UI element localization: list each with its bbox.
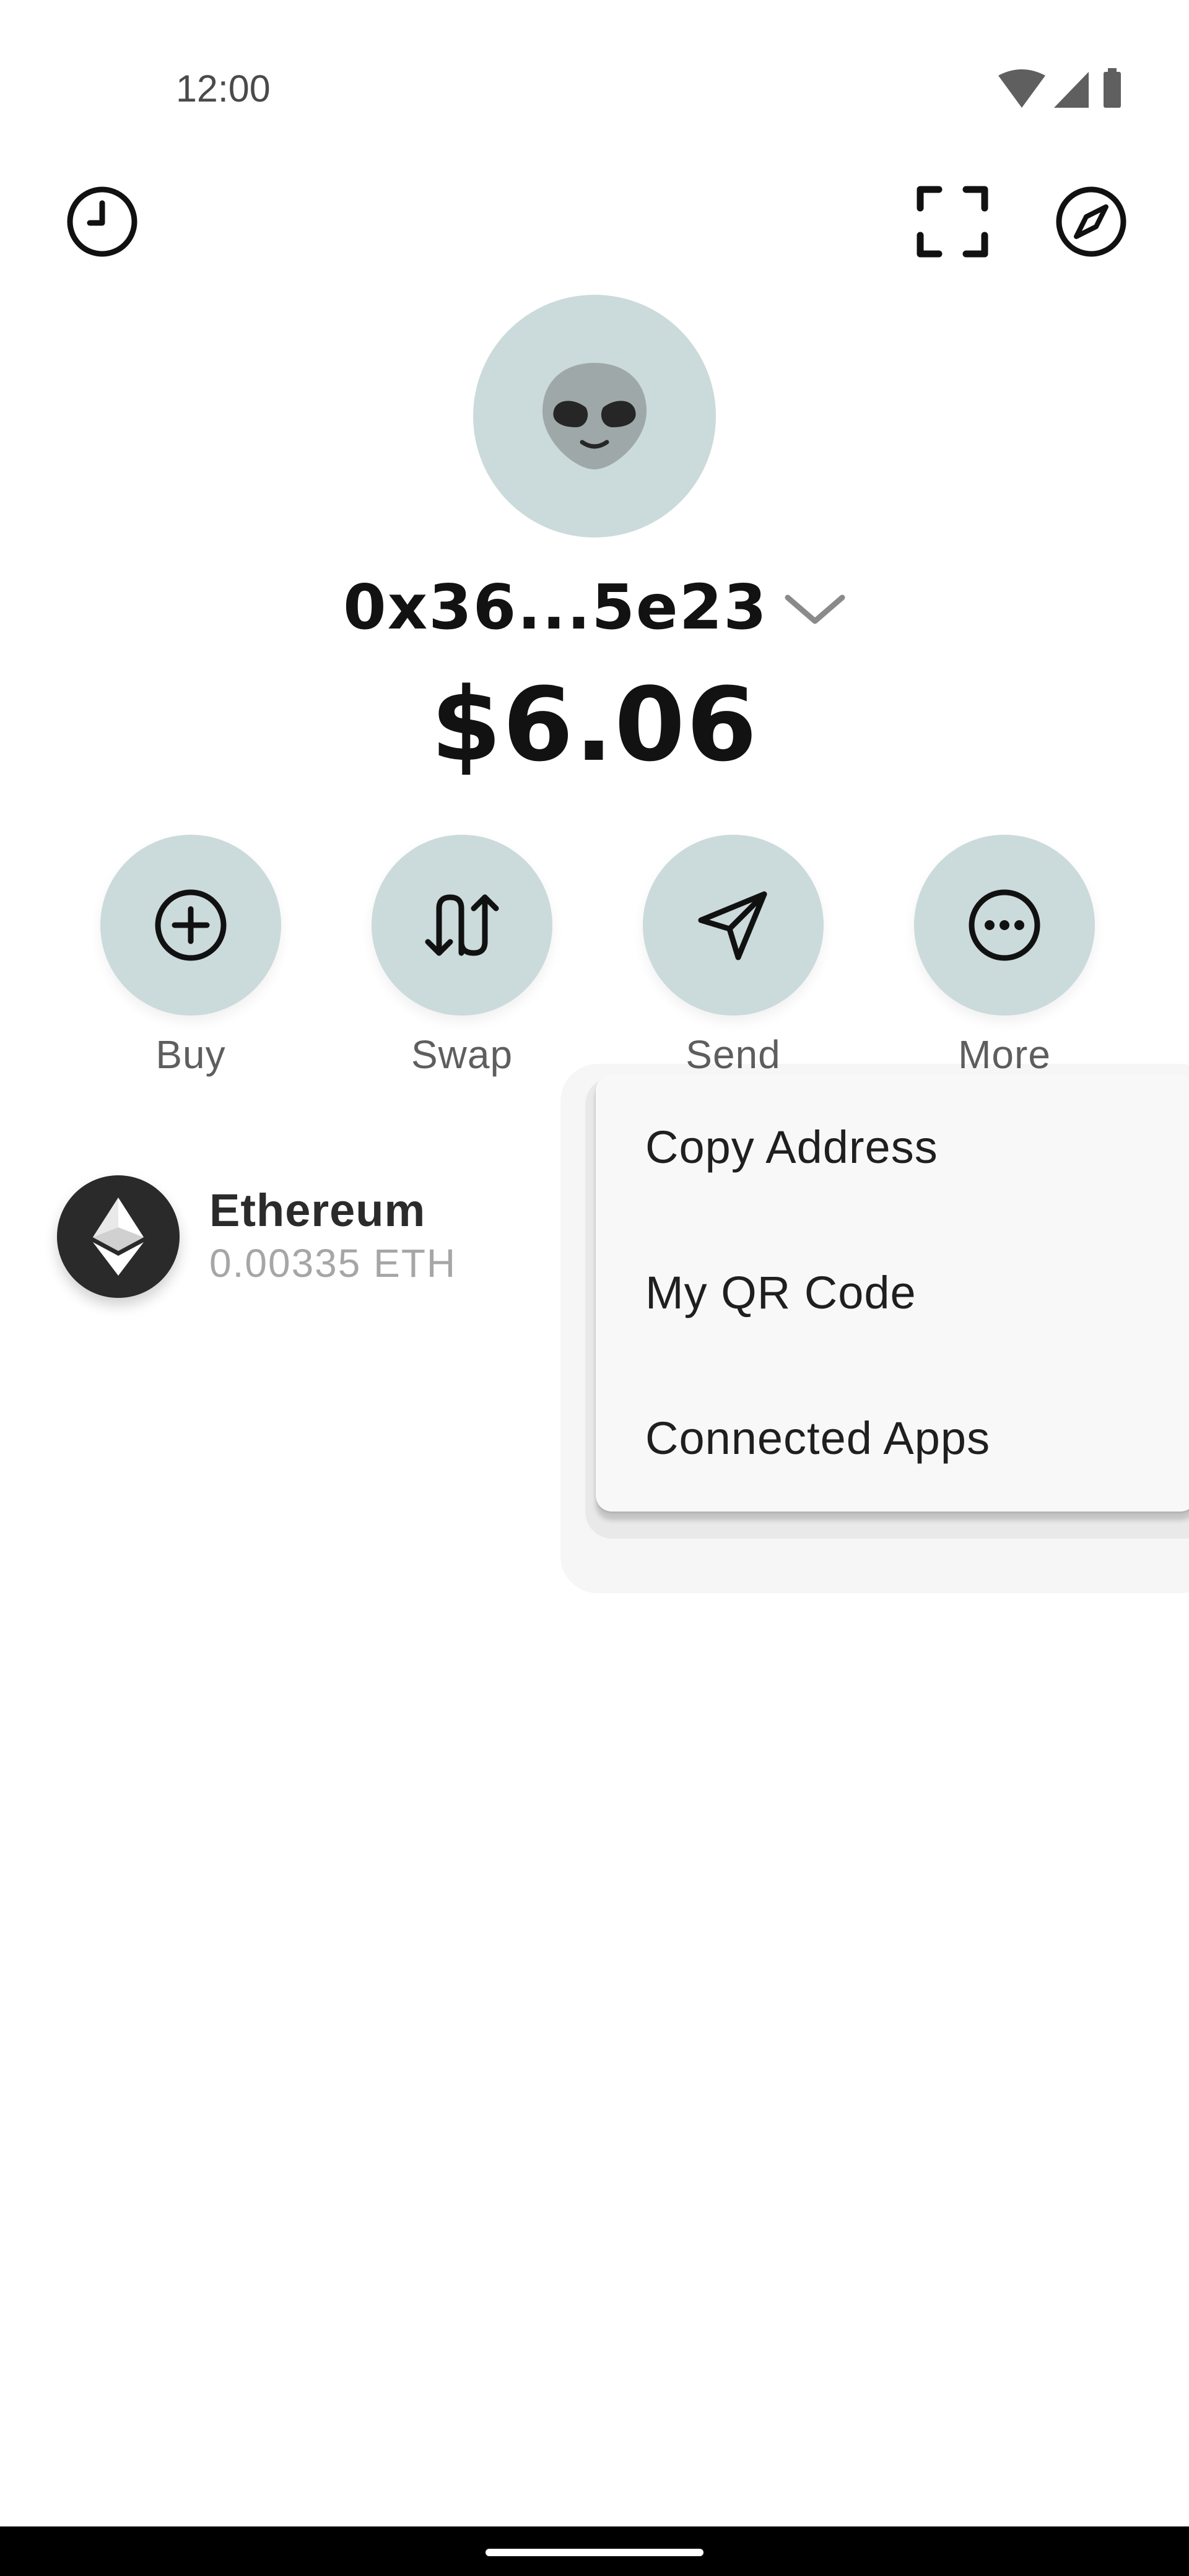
status-bar-time: 12:00 [176, 67, 271, 110]
swap-label: Swap [411, 1032, 513, 1077]
wallet-avatar[interactable] [473, 295, 716, 537]
alien-avatar-icon [542, 363, 647, 469]
buy-label: Buy [155, 1032, 226, 1077]
history-clock-icon [67, 186, 137, 257]
compass-explore-icon [1056, 186, 1126, 257]
scan-qr-icon [917, 186, 988, 258]
buy-circle[interactable] [100, 835, 281, 1016]
send-button[interactable]: Send [638, 835, 824, 1082]
token-name[interactable]: Ethereum [209, 1184, 425, 1237]
history-button[interactable] [59, 178, 146, 265]
token-amount: 0.00335 ETH [209, 1241, 457, 1286]
more-dropdown-menu: Copy Address My QR Code Connected Apps [596, 1074, 1189, 1512]
address-selector[interactable]: 0x36...5e23 [0, 564, 1189, 650]
home-indicator[interactable] [486, 2549, 703, 2556]
wallet-address: 0x36...5e23 [343, 570, 768, 643]
buy-button[interactable]: Buy [95, 835, 281, 1082]
swap-arrows-icon [425, 894, 499, 956]
send-paper-plane-icon [698, 891, 767, 960]
chevron-down-icon [785, 594, 845, 624]
wallet-balance: $6.06 [430, 666, 759, 784]
menu-item-my-qr-code[interactable]: My QR Code [596, 1220, 1189, 1365]
menu-item-copy-address[interactable]: Copy Address [596, 1074, 1189, 1219]
wifi-icon [998, 69, 1045, 108]
menu-item-connected-apps[interactable]: Connected Apps [596, 1365, 1189, 1510]
scan-qr-button[interactable] [909, 178, 996, 265]
swap-button[interactable]: Swap [367, 835, 552, 1082]
cellular-signal-icon [1054, 72, 1089, 108]
swap-circle[interactable] [372, 835, 552, 1016]
plus-circle-icon [155, 889, 227, 961]
more-dots-icon [969, 889, 1040, 961]
explore-button[interactable] [1048, 178, 1135, 265]
battery-icon [1104, 68, 1121, 108]
status-bar-icons [997, 68, 1133, 111]
token-row-ethereum[interactable] [57, 1175, 180, 1298]
more-circle[interactable] [914, 835, 1095, 1016]
more-button[interactable]: More [909, 835, 1095, 1082]
send-circle[interactable] [643, 835, 824, 1016]
ethereum-logo-icon [93, 1198, 144, 1276]
